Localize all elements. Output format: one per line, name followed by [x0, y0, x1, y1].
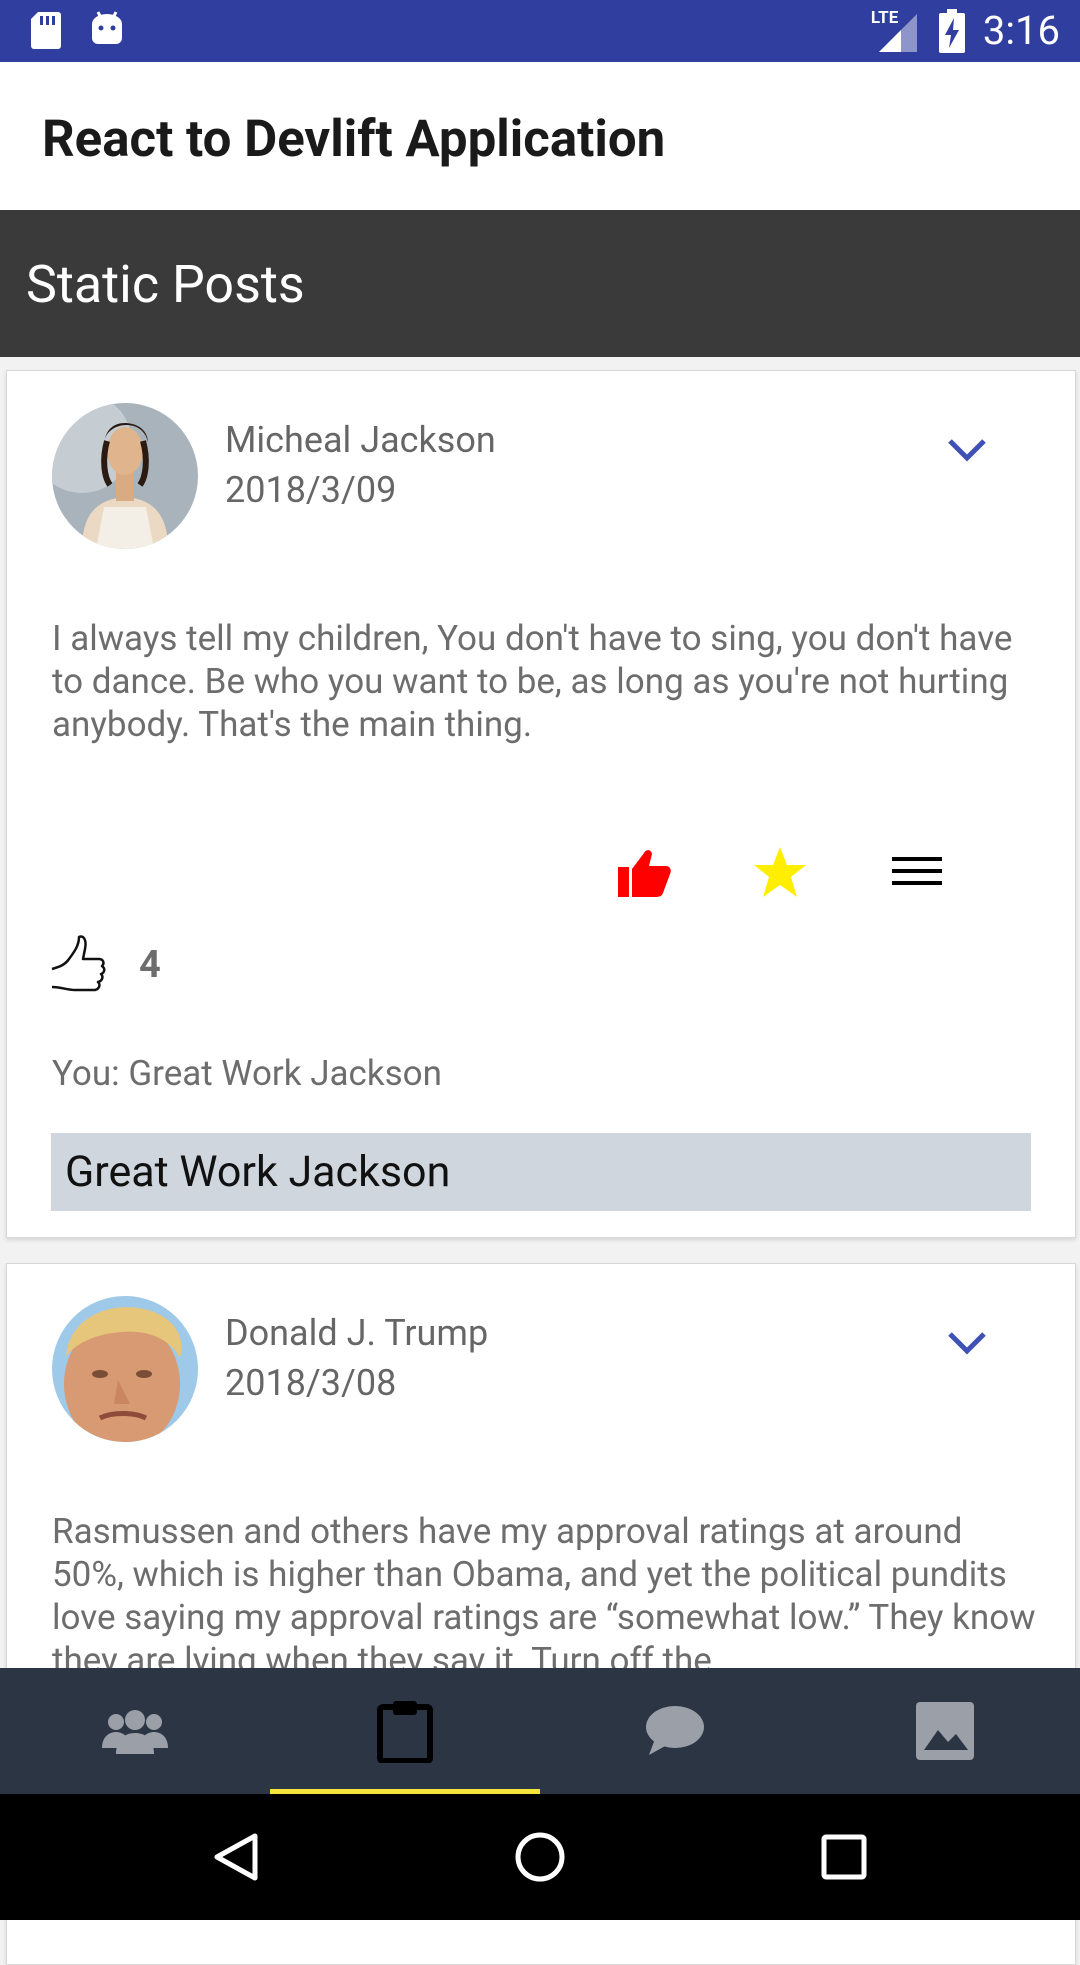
chevron-down-icon[interactable]: [942, 1324, 992, 1360]
sd-card-icon: [31, 12, 61, 49]
comment-input[interactable]: [51, 1133, 1031, 1211]
post-date: 2018/3/08: [225, 1362, 397, 1404]
battery-charging-icon: [938, 9, 965, 53]
status-time: 3:16: [982, 7, 1060, 54]
post-date: 2018/3/09: [225, 469, 397, 511]
app-title: React to Devlift Application: [42, 110, 666, 169]
recents-button[interactable]: [784, 1794, 904, 1920]
star-icon[interactable]: [752, 845, 808, 899]
lte-signal: LTE: [871, 6, 921, 56]
system-nav-bar: [0, 1794, 1080, 1920]
back-button[interactable]: [176, 1794, 296, 1920]
post-text: Rasmussen and others have my approval ra…: [52, 1511, 1036, 1681]
bottom-tab-bar: [0, 1668, 1080, 1794]
author-photo: [52, 1296, 198, 1442]
chat-bubble-icon: [646, 1706, 704, 1755]
tab-posts[interactable]: [270, 1668, 540, 1794]
home-circle-icon: [515, 1832, 565, 1882]
android-icon: [92, 11, 122, 44]
thumbs-up-outline-icon[interactable]: [49, 933, 107, 997]
like-count: 4: [139, 943, 161, 987]
post-author: Micheal Jackson: [225, 419, 496, 461]
people-icon: [102, 1710, 168, 1754]
section-header: Static Posts: [0, 210, 1080, 357]
tab-chat[interactable]: [540, 1668, 810, 1794]
tab-people[interactable]: [0, 1668, 270, 1794]
section-title: Static Posts: [26, 254, 305, 315]
author-photo: [52, 403, 198, 549]
recents-square-icon: [821, 1834, 867, 1880]
clipboard-icon: [377, 1701, 433, 1763]
avatar[interactable]: [52, 403, 198, 549]
signal-icon: [878, 14, 917, 52]
back-triangle-icon: [214, 1833, 258, 1881]
menu-icon[interactable]: [892, 855, 942, 887]
image-icon: [916, 1702, 974, 1760]
avatar[interactable]: [52, 1296, 198, 1442]
tab-gallery[interactable]: [810, 1668, 1080, 1794]
comment-text: You: Great Work Jackson: [52, 1053, 442, 1094]
thumbs-up-filled-icon[interactable]: [616, 847, 672, 899]
status-bar: LTE 3:16: [0, 0, 1080, 62]
home-button[interactable]: [480, 1794, 600, 1920]
chevron-down-icon[interactable]: [942, 431, 992, 467]
app-header: React to Devlift Application: [0, 62, 1080, 210]
post-text: I always tell my children, You don't hav…: [52, 618, 1013, 745]
post-author: Donald J. Trump: [225, 1312, 489, 1354]
post-card: Micheal Jackson 2018/3/09 I always tell …: [6, 370, 1076, 1238]
